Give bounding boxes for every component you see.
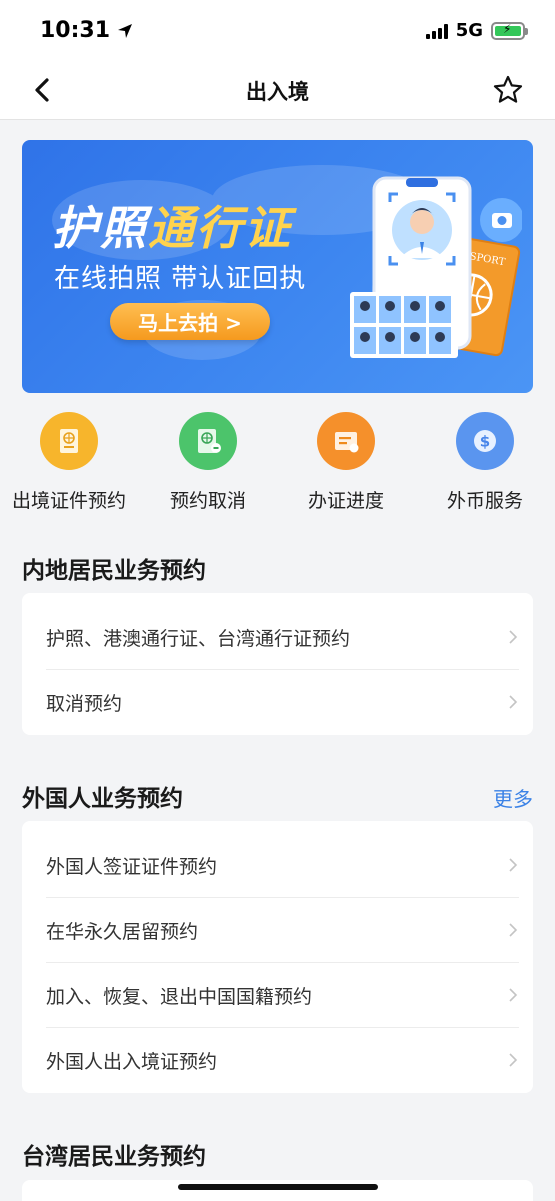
quick-action-currency-service[interactable]: $ 外币服务	[416, 412, 554, 513]
banner-subtitle: 在线拍照 带认证回执	[54, 264, 307, 294]
list-item-label: 取消预约	[46, 693, 123, 715]
currency-icon: $	[456, 412, 514, 470]
svg-text:$: $	[480, 433, 490, 451]
quick-actions: 出境证件预约 预约取消 办证进度 $ 外币服务	[0, 412, 555, 522]
home-indicator[interactable]	[178, 1184, 378, 1190]
banner-title: 护照通行证	[52, 192, 292, 258]
quick-action-label: 出境证件预约	[11, 490, 126, 512]
network-label: 5G	[455, 20, 483, 41]
list-item-label: 护照、港澳通行证、台湾通行证预约	[46, 627, 351, 650]
list-item-passport-booking[interactable]: 护照、港澳通行证、台湾通行证预约	[46, 605, 519, 670]
battery-icon	[491, 21, 528, 40]
chevron-right-icon	[509, 1053, 518, 1067]
mainland-card: 护照、港澳通行证、台湾通行证预约 取消预约	[22, 593, 533, 735]
take-photo-button[interactable]: 马上去拍 >	[110, 303, 270, 340]
location-arrow-icon	[118, 23, 133, 38]
list-item-permanent-residence[interactable]: 在华永久居留预约	[46, 898, 519, 963]
quick-action-cancel-booking[interactable]: 预约取消	[139, 412, 277, 513]
passport-icon	[40, 412, 98, 470]
quick-action-label: 预约取消	[169, 490, 246, 512]
chevron-right-icon	[509, 695, 518, 709]
passport-cancel-icon	[179, 412, 237, 470]
quick-action-exit-document-booking[interactable]: 出境证件预约	[0, 412, 138, 513]
list-item-label: 外国人签证证件预约	[46, 855, 218, 878]
foreigner-section-title: 外国人业务预约	[22, 786, 183, 812]
chevron-right-icon	[509, 923, 518, 937]
page-title: 出入境	[246, 80, 309, 104]
mainland-section-title: 内地居民业务预约	[22, 558, 206, 584]
nav-bar: 出入境	[0, 62, 555, 120]
quick-action-label: 办证进度	[307, 490, 384, 512]
promo-banner[interactable]: 护照通行证 在线拍照 带认证回执 马上去拍 > PASSPORT	[22, 140, 533, 393]
document-progress-icon	[317, 412, 375, 470]
taiwan-section-title: 台湾居民业务预约	[22, 1144, 206, 1170]
quick-action-progress[interactable]: 办证进度	[277, 412, 415, 513]
list-item-cancel-booking[interactable]: 取消预约	[46, 670, 519, 735]
quick-action-label: 外币服务	[446, 490, 523, 512]
chevron-right-icon	[509, 858, 518, 872]
list-item-label: 加入、恢复、退出中国国籍预约	[46, 985, 313, 1008]
status-bar: 10:31 5G	[0, 0, 555, 62]
banner-title-part1: 护照	[52, 201, 148, 255]
signal-icon	[425, 23, 448, 39]
banner-title-part2: 通行证	[148, 201, 292, 255]
list-item-label: 在华永久居留预约	[46, 920, 199, 943]
foreigner-card: 外国人签证证件预约 在华永久居留预约 加入、恢复、退出中国国籍预约 外国人出入境…	[22, 821, 533, 1093]
list-item-label: 外国人出入境证预约	[46, 1051, 218, 1073]
phone-passport-illustration: PASSPORT	[350, 176, 522, 358]
more-link[interactable]: 更多	[493, 783, 533, 812]
favorite-button[interactable]	[491, 73, 525, 107]
status-time: 10:31	[40, 18, 134, 43]
list-item-foreigner-visa[interactable]: 外国人签证证件预约	[46, 833, 519, 898]
chevron-right-icon	[509, 988, 518, 1002]
list-item-foreigner-entry-exit[interactable]: 外国人出入境证预约	[46, 1028, 519, 1093]
status-time-text: 10:31	[40, 18, 111, 43]
list-item-nationality[interactable]: 加入、恢复、退出中国国籍预约	[46, 963, 519, 1028]
status-indicators: 5G	[425, 20, 528, 41]
chevron-right-icon	[509, 630, 518, 644]
star-icon	[493, 75, 523, 103]
